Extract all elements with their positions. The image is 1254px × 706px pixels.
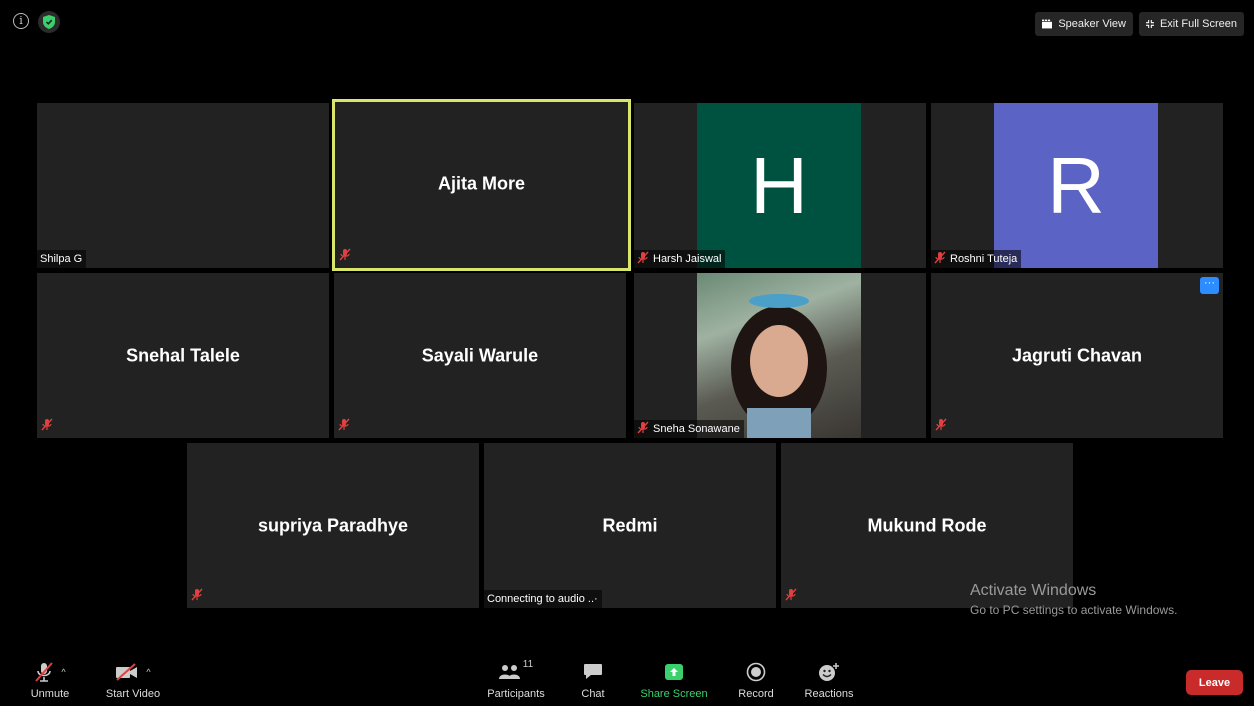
- muted-mic-icon: [637, 421, 649, 437]
- exit-fullscreen-button[interactable]: Exit Full Screen: [1139, 12, 1244, 36]
- chat-button[interactable]: Chat: [574, 651, 612, 706]
- activate-windows-watermark: Activate Windows Go to PC settings to ac…: [970, 582, 1177, 617]
- avatar: H: [697, 103, 861, 268]
- participant-name: Redmi: [602, 515, 658, 535]
- muted-mic-icon: [191, 588, 203, 606]
- participant-tile-roshni[interactable]: R Roshni Tuteja: [931, 103, 1223, 268]
- muted-mic-icon: [339, 248, 351, 266]
- participant-name: Sayali Warule: [421, 345, 539, 365]
- more-options-button[interactable]: ···: [1200, 277, 1219, 294]
- participant-tile-shilpa[interactable]: Shilpa G: [37, 103, 329, 268]
- participant-count: 11: [522, 659, 534, 670]
- participant-tile-harsh[interactable]: H Harsh Jaiswal: [634, 103, 926, 268]
- muted-mic-icon: [934, 251, 946, 267]
- participant-name-label: Sneha Sonawane: [634, 420, 744, 438]
- participants-icon: [498, 665, 520, 679]
- speaker-view-button[interactable]: Speaker View: [1035, 12, 1133, 36]
- muted-microphone-icon: [35, 662, 54, 682]
- encryption-shield-icon[interactable]: [38, 11, 60, 33]
- speaker-view-icon: [1042, 19, 1053, 29]
- watermark-subtitle: Go to PC settings to activate Windows.: [970, 603, 1178, 617]
- video-options-chevron-icon[interactable]: ^: [146, 667, 150, 677]
- top-bar: i Speaker View Exit Full Screen: [0, 0, 1254, 44]
- muted-mic-icon: [935, 418, 947, 436]
- record-button[interactable]: Record: [734, 651, 778, 706]
- reactions-button[interactable]: Reactions: [802, 651, 856, 706]
- start-video-button[interactable]: ^ Start Video: [102, 651, 164, 706]
- muted-mic-icon: [338, 418, 350, 436]
- exit-fullscreen-label: Exit Full Screen: [1159, 18, 1237, 30]
- muted-mic-icon: [785, 588, 797, 606]
- audio-options-chevron-icon[interactable]: ^: [61, 667, 65, 677]
- participant-name-label: Shilpa G: [37, 250, 87, 268]
- participant-name-label: Roshni Tuteja: [931, 250, 1022, 268]
- participants-button[interactable]: 11 Participants: [484, 651, 548, 706]
- participant-tile-jagruti[interactable]: ··· Jagruti Chavan: [931, 273, 1223, 438]
- participant-name: Jagruti Chavan: [1011, 345, 1143, 365]
- participant-tile-sayali[interactable]: Sayali Warule: [334, 273, 626, 438]
- participant-tile-redmi[interactable]: Redmi Connecting to audio ..·: [484, 443, 776, 608]
- person-photo-icon: [731, 294, 827, 438]
- record-icon: [746, 662, 766, 682]
- speaker-view-label: Speaker View: [1058, 18, 1126, 30]
- participant-name: supriya Paradhye: [257, 515, 409, 535]
- meeting-controls-bar: ^ Unmute ^ Start Video 11 Participants C…: [0, 651, 1254, 706]
- share-screen-icon: [665, 664, 683, 680]
- reactions-emoji-icon: [819, 663, 839, 681]
- participant-name: Ajita More: [437, 173, 525, 194]
- leave-meeting-button[interactable]: Leave: [1186, 670, 1243, 695]
- info-icon[interactable]: i: [13, 13, 29, 29]
- participant-tile-supriya[interactable]: supriya Paradhye: [187, 443, 479, 608]
- muted-mic-icon: [41, 418, 53, 436]
- participant-video: [697, 273, 861, 438]
- participant-tile-sneha[interactable]: Sneha Sonawane: [634, 273, 926, 438]
- participant-name-label: Harsh Jaiswal: [634, 250, 726, 268]
- avatar: R: [994, 103, 1158, 268]
- audio-status-label: Connecting to audio ..·: [484, 590, 602, 608]
- watermark-title: Activate Windows: [970, 582, 1097, 599]
- participant-tile-snehal[interactable]: Snehal Talele: [37, 273, 329, 438]
- participant-name: Snehal Talele: [126, 345, 240, 365]
- video-off-icon: [116, 663, 138, 681]
- unmute-button[interactable]: ^ Unmute: [22, 651, 78, 706]
- share-screen-button[interactable]: Share Screen: [640, 651, 708, 706]
- participant-tile-ajita-active-speaker[interactable]: Ajita More: [332, 99, 631, 271]
- exit-fullscreen-icon: [1146, 20, 1154, 28]
- muted-mic-icon: [637, 251, 649, 267]
- participant-name: Mukund Rode: [867, 515, 987, 535]
- chat-icon: [584, 664, 602, 679]
